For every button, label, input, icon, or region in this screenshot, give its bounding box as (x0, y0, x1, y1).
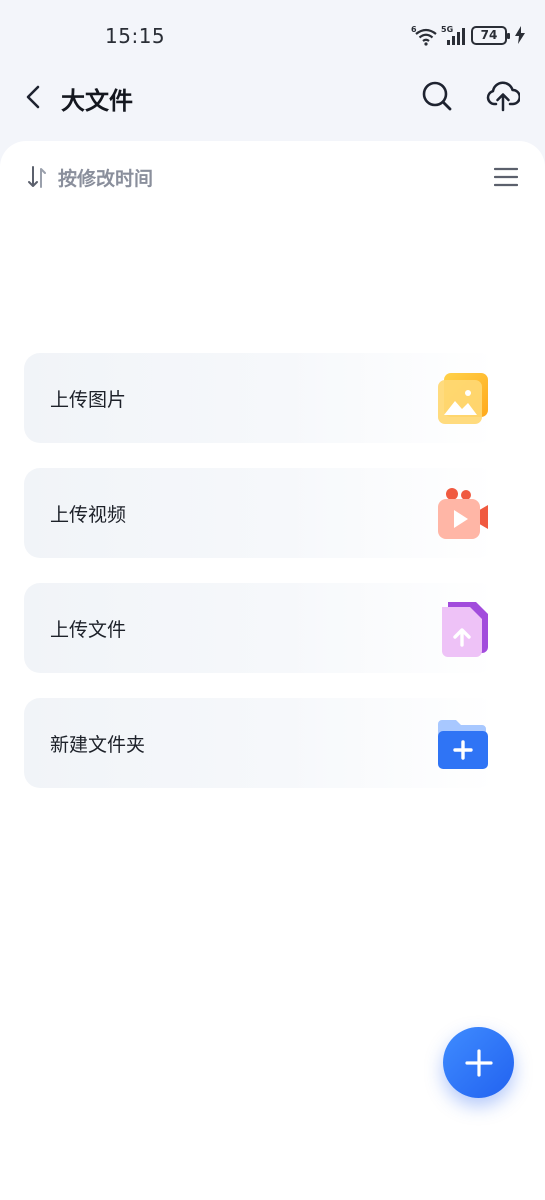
cellular-signal-icon: 5G (441, 25, 465, 45)
upload-image-card[interactable]: 上传图片 (24, 353, 496, 443)
header: 大文件 (0, 72, 545, 122)
new-folder-card[interactable]: 新建文件夹 (24, 698, 496, 788)
upload-file-card[interactable]: 上传文件 (24, 583, 496, 673)
sort-label: 按修改时间 (58, 167, 154, 190)
plus-icon (464, 1048, 493, 1077)
new-folder-label: 新建文件夹 (50, 733, 146, 756)
cloud-upload-icon (486, 81, 520, 112)
image-upload-icon (438, 373, 488, 424)
status-bar: 15:15 6 5G 74 (0, 0, 545, 72)
view-toggle-button[interactable] (493, 165, 519, 189)
back-arrow-icon (26, 85, 40, 109)
svg-text:5G: 5G (441, 25, 453, 34)
status-time: 15:15 (105, 24, 166, 48)
back-button[interactable] (20, 82, 46, 112)
search-icon (422, 81, 452, 111)
search-button[interactable] (419, 78, 455, 114)
upload-file-label: 上传文件 (50, 618, 127, 641)
add-fab-button[interactable] (443, 1027, 514, 1098)
sort-arrows-icon (28, 166, 46, 188)
battery-level: 74 (480, 28, 498, 42)
battery-icon: 74 (471, 25, 510, 45)
new-folder-icon (438, 720, 488, 769)
page-title: 大文件 (61, 87, 133, 115)
video-upload-icon (438, 488, 488, 539)
upload-video-label: 上传视频 (50, 503, 127, 526)
upload-image-label: 上传图片 (50, 388, 127, 411)
file-upload-icon (442, 602, 488, 657)
wifi-icon: 6 (411, 25, 437, 46)
cloud-upload-button[interactable] (484, 78, 522, 114)
list-menu-icon (494, 167, 518, 187)
upload-video-card[interactable]: 上传视频 (24, 468, 496, 558)
status-icons: 6 5G 74 (411, 22, 525, 48)
charging-bolt-icon (515, 26, 525, 44)
sort-control[interactable]: 按修改时间 (26, 163, 153, 191)
